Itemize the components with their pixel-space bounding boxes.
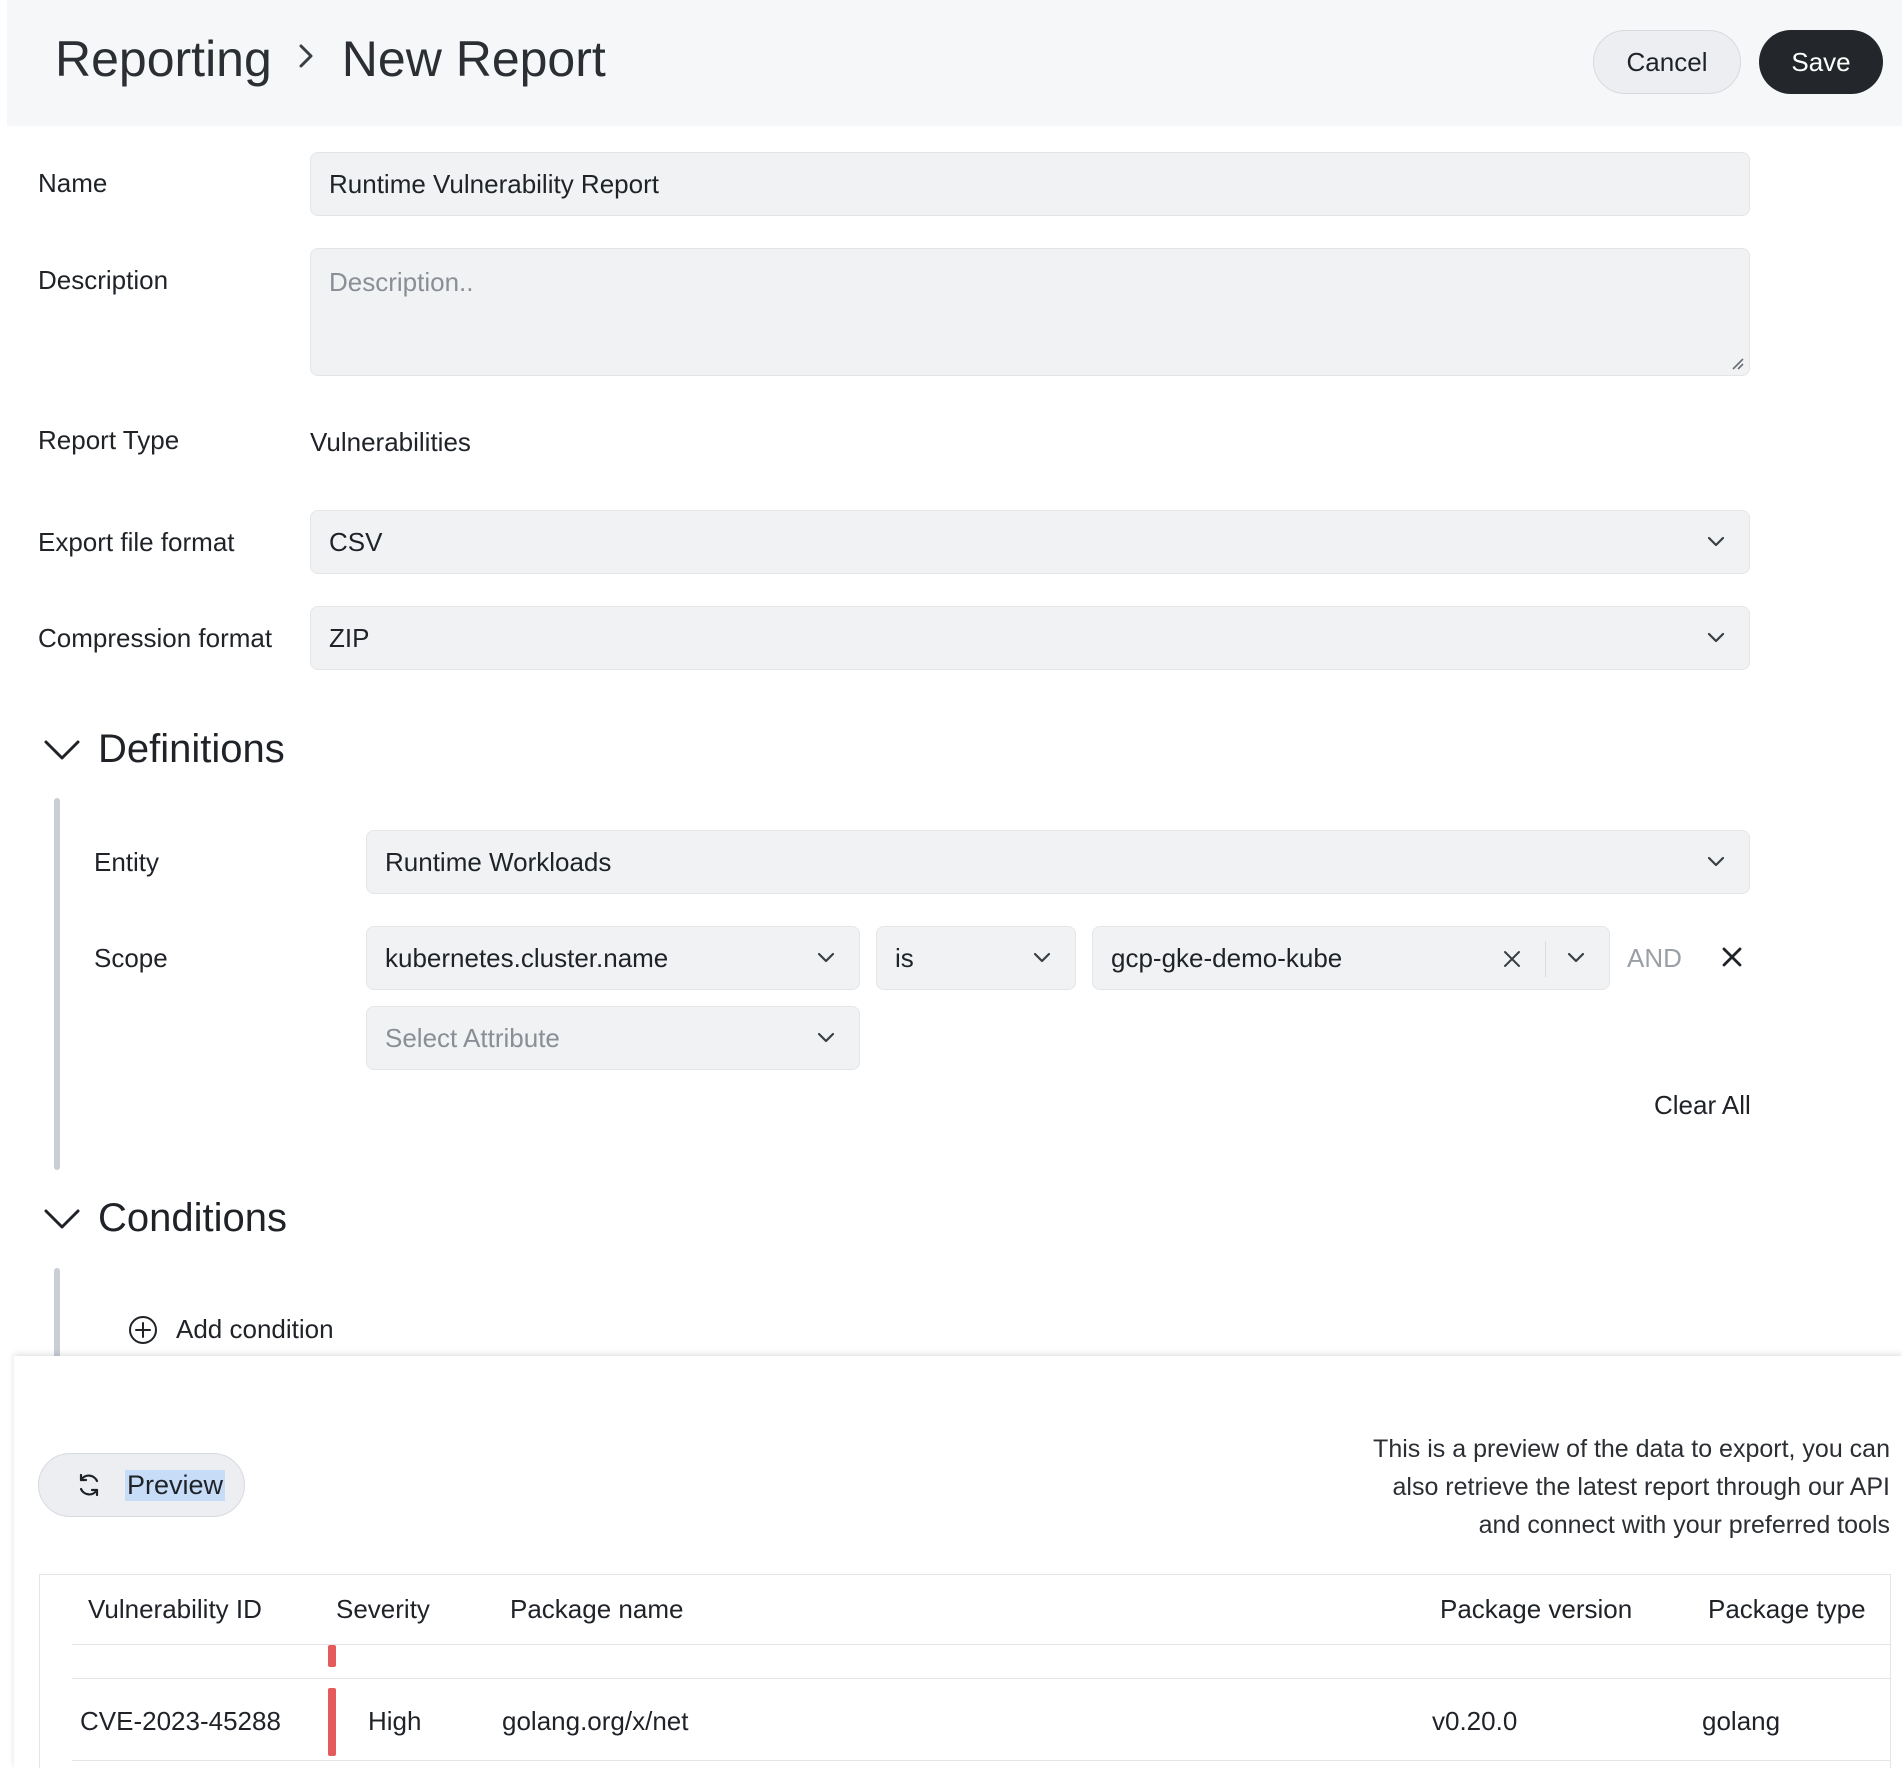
description-textarea[interactable]: Description.. — [310, 248, 1750, 376]
severity-indicator — [328, 1688, 336, 1756]
scope-value-select[interactable]: gcp-gke-demo-kube — [1092, 926, 1610, 990]
row-divider — [72, 1760, 1891, 1761]
resize-handle-icon[interactable] — [1729, 355, 1745, 371]
close-icon[interactable] — [1720, 945, 1744, 969]
breadcrumb: Reporting New Report — [55, 30, 606, 88]
scope-operator-select[interactable]: is — [876, 926, 1076, 990]
entity-value: Runtime Workloads — [385, 846, 612, 877]
add-condition-label: Add condition — [176, 1314, 334, 1344]
plus-circle-icon — [129, 1315, 157, 1344]
conditions-title: Conditions — [98, 1196, 288, 1240]
column-header-package-name[interactable]: Package name — [510, 1594, 683, 1625]
scope-attribute-value: kubernetes.cluster.name — [385, 942, 669, 973]
definitions-title: Definitions — [98, 727, 285, 771]
cell-severity: High — [368, 1706, 422, 1736]
conditions-section-bar — [54, 1268, 60, 1358]
column-header-package-version[interactable]: Package version — [1440, 1594, 1632, 1625]
cell-package-name: golang.org/x/net — [502, 1706, 689, 1736]
preview-info-line: and connect with your preferred tools — [1478, 1511, 1890, 1539]
report-type-label: Report Type — [38, 425, 180, 455]
name-label: Name — [38, 168, 108, 198]
cell-package-type: golang — [1702, 1706, 1781, 1736]
chevron-right-icon — [296, 40, 316, 79]
add-condition-button[interactable]: Add condition — [128, 1314, 334, 1345]
chevron-down-icon — [1033, 952, 1051, 963]
column-header-severity[interactable]: Severity — [336, 1594, 430, 1625]
compression-format-value: ZIP — [329, 622, 370, 653]
clear-all-button[interactable]: Clear All — [1654, 1090, 1751, 1121]
cancel-button[interactable]: Cancel — [1593, 30, 1741, 94]
select-attribute-placeholder: Select Attribute — [385, 1022, 560, 1053]
preview-info-text: This is a preview of the data to export,… — [1290, 1430, 1890, 1544]
close-icon[interactable] — [1501, 948, 1523, 970]
preview-label: Preview — [125, 1469, 226, 1501]
value-divider — [1545, 941, 1546, 977]
select-attribute-select[interactable]: Select Attribute — [366, 1006, 860, 1070]
scope-value: gcp-gke-demo-kube — [1111, 942, 1343, 973]
compression-format-select[interactable]: ZIP — [310, 606, 1750, 670]
export-format-value: CSV — [329, 526, 383, 557]
report-type-value: Vulnerabilities — [310, 427, 471, 457]
breadcrumb-root[interactable]: Reporting — [55, 30, 272, 88]
chevron-down-icon — [1567, 952, 1585, 963]
cell-vulnerability-id: CVE-2023-45288 — [80, 1706, 281, 1736]
row-divider — [72, 1678, 1891, 1679]
chevron-down-icon — [1707, 536, 1725, 547]
entity-label: Entity — [94, 847, 160, 877]
chevron-down-icon — [44, 1209, 80, 1228]
preview-info-line: also retrieve the latest report through … — [1392, 1473, 1891, 1501]
cell-package-version: v0.20.0 — [1432, 1706, 1518, 1736]
and-operator-label: AND — [1627, 943, 1682, 973]
page-header: Reporting New Report Cancel Save — [7, 0, 1902, 126]
header-divider — [72, 1644, 1891, 1645]
export-format-select[interactable]: CSV — [310, 510, 1750, 574]
column-header-package-type[interactable]: Package type — [1708, 1594, 1866, 1625]
chevron-down-icon — [1707, 632, 1725, 643]
preview-button[interactable]: Preview — [38, 1453, 245, 1517]
name-input[interactable]: Runtime Vulnerability Report — [310, 152, 1750, 216]
definitions-section-bar — [54, 798, 60, 1170]
description-placeholder: Description.. — [329, 267, 474, 297]
preview-info-line: This is a preview of the data to export,… — [1373, 1435, 1890, 1463]
scope-operator-value: is — [895, 942, 914, 973]
export-format-label: Export file format — [38, 527, 235, 557]
compression-format-label: Compression format — [38, 623, 273, 653]
page-title: New Report — [341, 31, 606, 87]
entity-select[interactable]: Runtime Workloads — [366, 830, 1750, 894]
scope-label: Scope — [94, 943, 168, 973]
conditions-toggle[interactable]: Conditions — [42, 1196, 287, 1241]
chevron-down-icon — [817, 952, 835, 963]
description-label: Description — [38, 265, 169, 295]
scope-attribute-select[interactable]: kubernetes.cluster.name — [366, 926, 860, 990]
column-header-vulnerability-id[interactable]: Vulnerability ID — [88, 1594, 262, 1625]
definitions-toggle[interactable]: Definitions — [42, 727, 285, 772]
save-button[interactable]: Save — [1759, 30, 1883, 94]
chevron-down-icon — [817, 1032, 835, 1043]
chevron-down-icon — [44, 740, 80, 759]
refresh-icon — [79, 1473, 99, 1497]
severity-indicator — [328, 1645, 336, 1667]
chevron-down-icon — [1707, 856, 1725, 867]
